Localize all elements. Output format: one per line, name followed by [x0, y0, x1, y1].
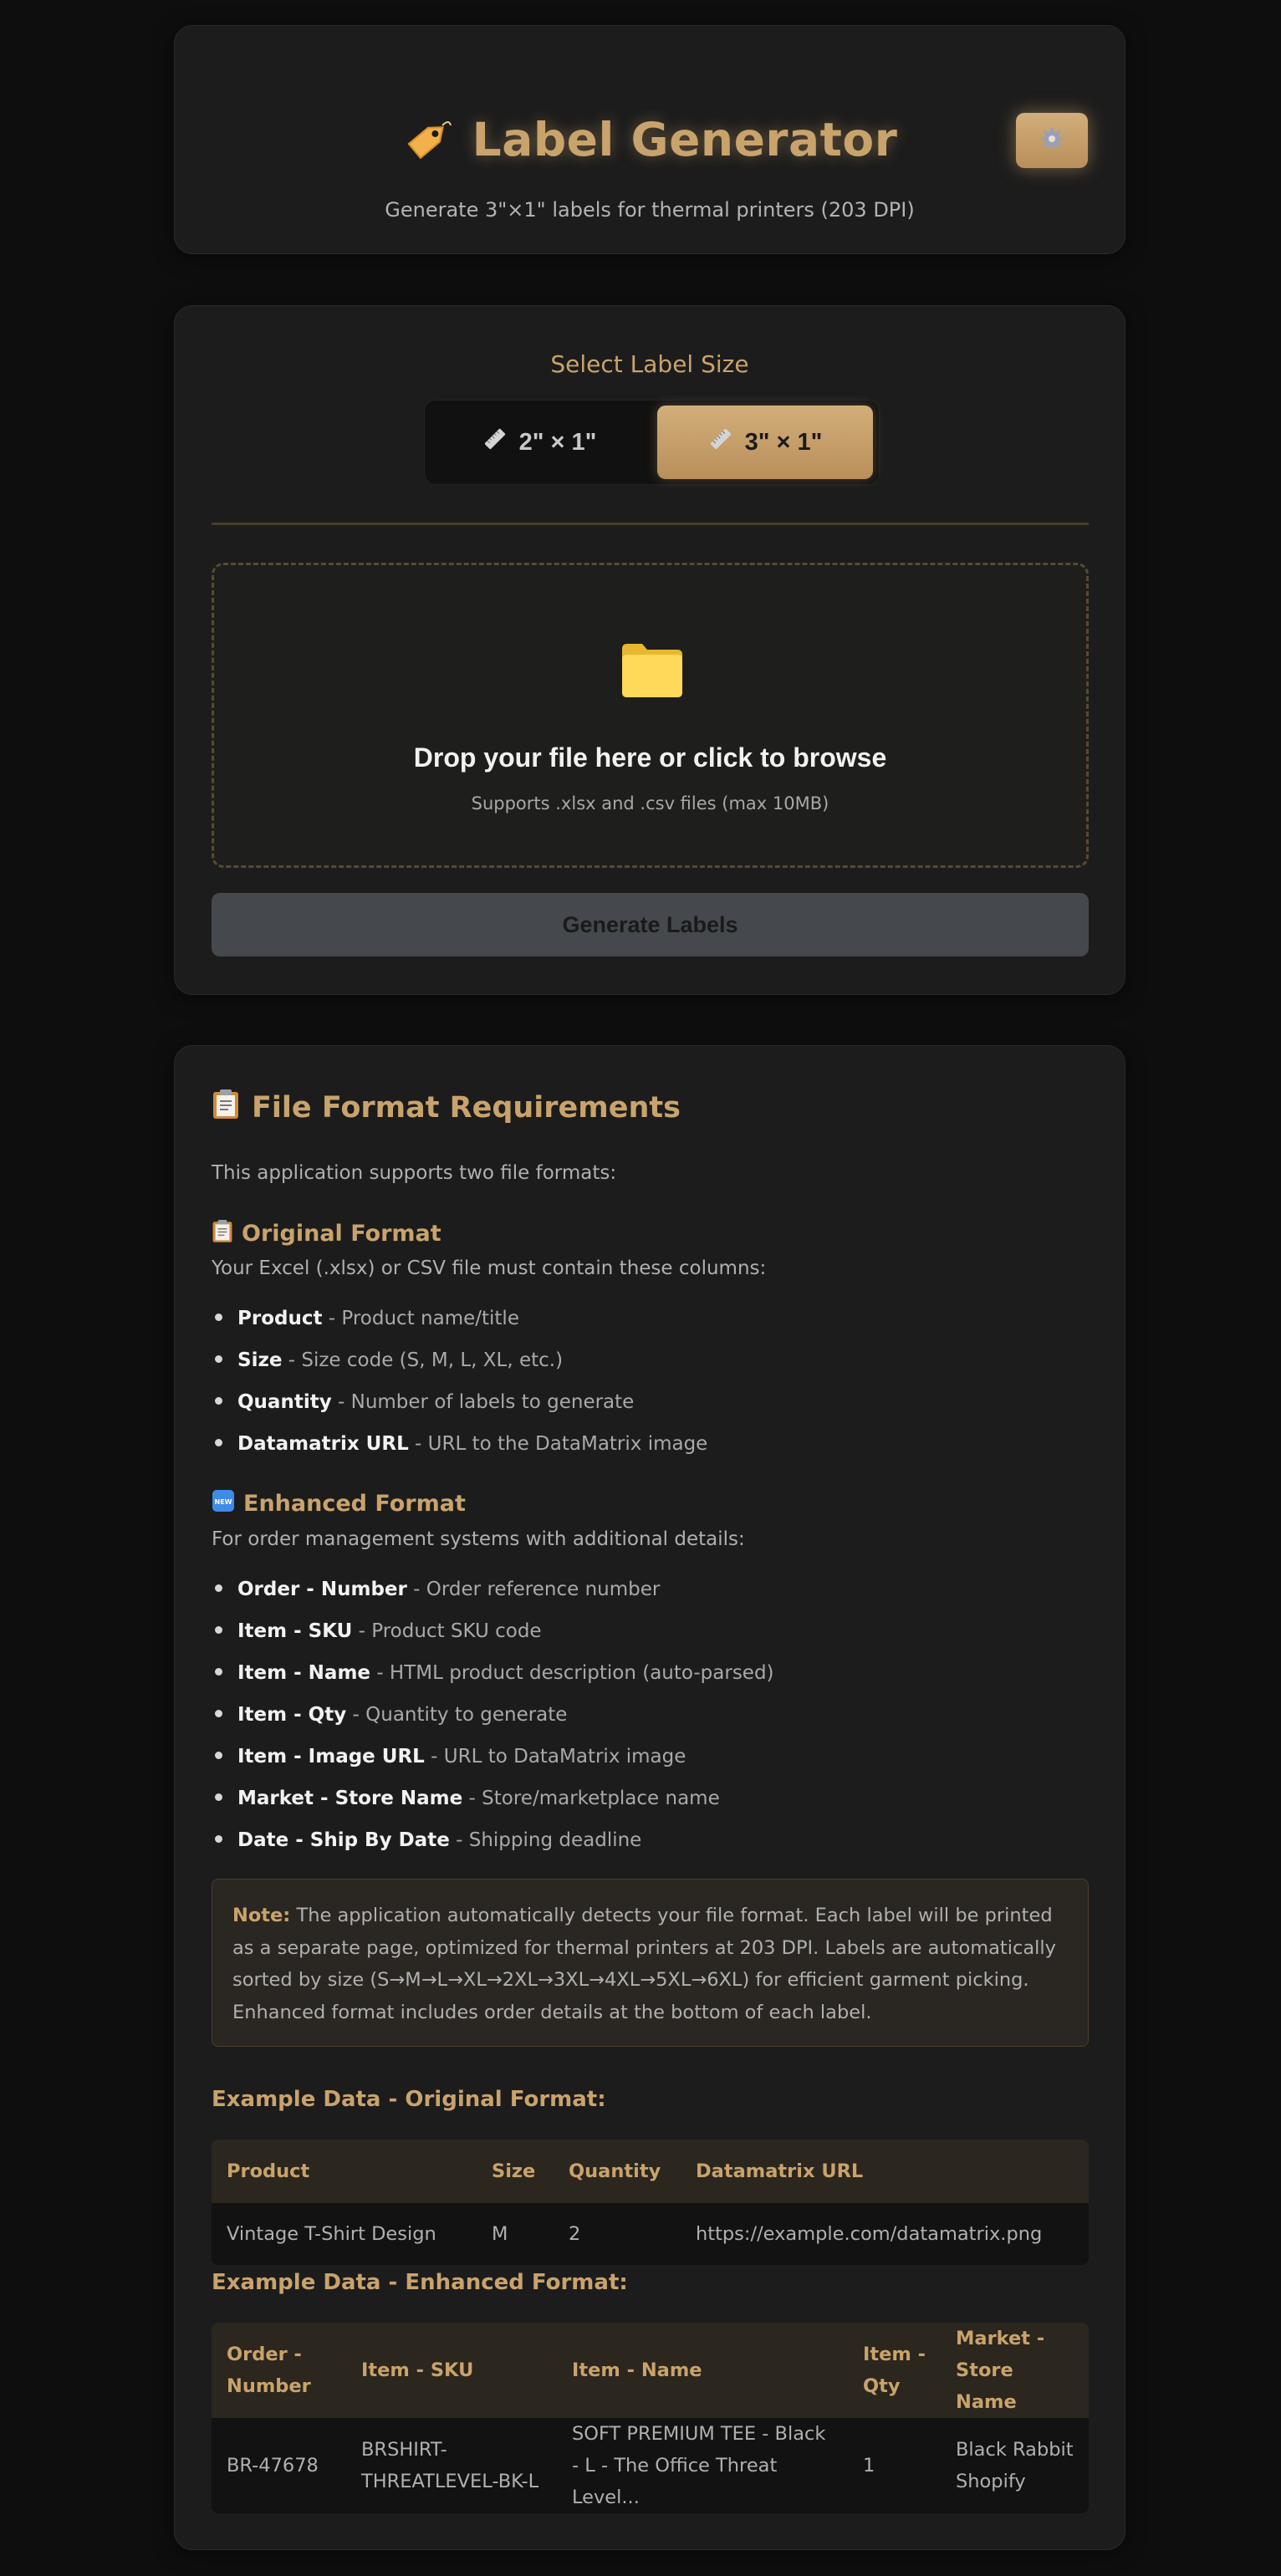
divider	[212, 523, 1089, 525]
list-item: Item - Qty - Quantity to generate	[212, 1704, 567, 1726]
table-cell: Black Rabbit Shopify	[941, 2418, 1089, 2513]
new-badge-icon: NEW	[212, 1489, 235, 1518]
example-enhanced-title: Example Data - Enhanced Format:	[212, 2270, 628, 2295]
title-row: Label Generator	[175, 113, 1125, 166]
table-cell: M	[477, 2203, 554, 2265]
original-format-desc: Your Excel (.xlsx) or CSV file must cont…	[212, 1257, 767, 1279]
clipboard-icon	[212, 1218, 233, 1249]
table-row: Vintage T-Shirt Design M 2 https://examp…	[212, 2203, 1089, 2265]
tag-icon	[402, 114, 454, 166]
ruler-icon	[708, 426, 733, 458]
settings-button[interactable]	[1016, 113, 1088, 168]
list-item: Size - Size code (S, M, L, XL, etc.)	[212, 1349, 563, 1371]
header-card: Label Generator Generate 3"×1" labels fo…	[174, 25, 1125, 254]
list-item: Quantity - Number of labels to generate	[212, 1391, 634, 1413]
table-row: BR-47678 BRSHIRT-THREATLEVEL-BK-L SOFT P…	[212, 2418, 1089, 2513]
table-cell: 1	[848, 2418, 941, 2513]
size-heading: Select Label Size	[550, 350, 749, 378]
table-cell: SOFT PREMIUM TEE - Black - L - The Offic…	[557, 2418, 848, 2513]
size-option-2x1[interactable]: 2" × 1"	[431, 406, 647, 479]
list-item: Order - Number - Order reference number	[212, 1579, 660, 1600]
column-header: Item - Qty	[848, 2323, 941, 2418]
table-cell: BR-47678	[212, 2418, 346, 2513]
column-header: Quantity	[554, 2140, 681, 2203]
table-header-row: Product Size Quantity Datamatrix URL	[212, 2140, 1089, 2203]
column-header: Market - Store Name	[941, 2323, 1089, 2418]
column-header: Item - SKU	[346, 2323, 557, 2418]
list-item: Item - SKU - Product SKU code	[212, 1620, 542, 1642]
folder-icon	[620, 640, 684, 702]
example-enhanced-table: Order - Number Item - SKU Item - Name It…	[212, 2323, 1089, 2513]
list-item: Datamatrix URL - URL to the DataMatrix i…	[212, 1433, 707, 1455]
column-header: Product	[212, 2140, 477, 2203]
column-header: Item - Name	[557, 2323, 848, 2418]
table-cell: BRSHIRT-THREATLEVEL-BK-L	[346, 2418, 557, 2513]
clipboard-icon	[212, 1088, 240, 1127]
column-header: Order - Number	[212, 2323, 346, 2418]
enhanced-format-title-row: NEW Enhanced Format	[212, 1489, 466, 1518]
upload-card: Select Label Size 2" × 1" 3" × 1" Drop y…	[174, 305, 1125, 995]
requirements-intro: This application supports two file forma…	[212, 1162, 617, 1184]
note-box: Note: The application automatically dete…	[212, 1879, 1089, 2047]
file-dropzone[interactable]: Drop your file here or click to browse S…	[212, 563, 1089, 868]
column-header: Datamatrix URL	[681, 2140, 1089, 2203]
list-item: Item - Name - HTML product description (…	[212, 1662, 774, 1684]
requirements-title: File Format Requirements	[252, 1090, 681, 1125]
ruler-icon	[482, 426, 508, 458]
enhanced-format-title: Enhanced Format	[243, 1491, 466, 1517]
dropzone-subtitle: Supports .xlsx and .csv files (max 10MB)	[471, 793, 829, 814]
enhanced-format-desc: For order management systems with additi…	[212, 1528, 745, 1550]
original-format-title: Original Format	[242, 1221, 441, 1247]
list-item: Market - Store Name - Store/marketplace …	[212, 1788, 720, 1809]
original-format-title-row: Original Format	[212, 1218, 441, 1249]
column-header: Size	[477, 2140, 554, 2203]
list-item: Date - Ship By Date - Shipping deadline	[212, 1829, 641, 1851]
app-title: Label Generator	[472, 113, 898, 166]
size-toggle: 2" × 1" 3" × 1"	[424, 400, 880, 485]
requirements-title-row: File Format Requirements	[212, 1088, 681, 1127]
size-option-label: 2" × 1"	[518, 428, 597, 456]
list-item: Product - Product name/title	[212, 1308, 519, 1329]
generate-labels-button[interactable]: Generate Labels	[212, 893, 1089, 956]
example-original-table: Product Size Quantity Datamatrix URL Vin…	[212, 2140, 1089, 2265]
table-cell: Vintage T-Shirt Design	[212, 2203, 477, 2265]
note-text: The application automatically detects yo…	[232, 1905, 1056, 2023]
size-option-label: 3" × 1"	[744, 428, 823, 456]
table-cell: 2	[554, 2203, 681, 2265]
list-item: Item - Image URL - URL to DataMatrix ima…	[212, 1746, 686, 1767]
note-label: Note:	[232, 1905, 291, 1926]
table-header-row: Order - Number Item - SKU Item - Name It…	[212, 2323, 1089, 2418]
gear-icon	[1039, 126, 1064, 155]
dropzone-title: Drop your file here or click to browse	[413, 742, 887, 773]
example-original-title: Example Data - Original Format:	[212, 2087, 606, 2112]
app-subtitle: Generate 3"×1" labels for thermal printe…	[385, 198, 915, 222]
table-cell: https://example.com/datamatrix.png	[681, 2203, 1089, 2265]
size-option-3x1[interactable]: 3" × 1"	[657, 406, 873, 479]
svg-text:NEW: NEW	[215, 1498, 232, 1506]
requirements-card: File Format Requirements This applicatio…	[174, 1045, 1125, 2550]
